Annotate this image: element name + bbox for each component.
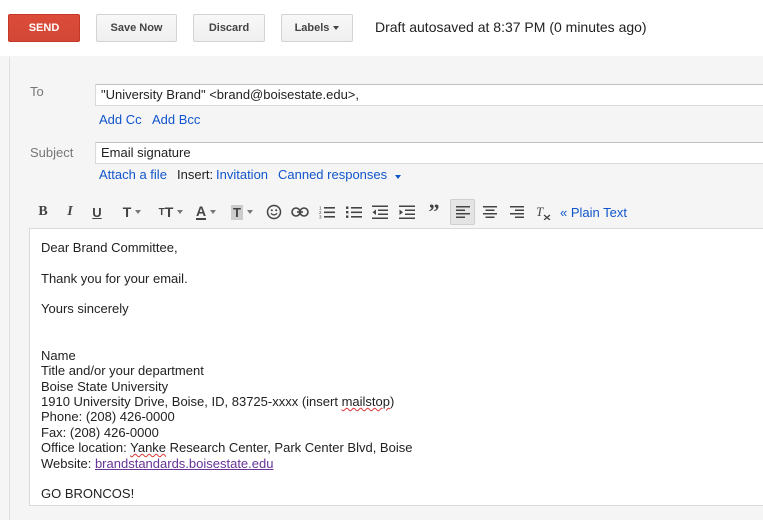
- add-bcc-link[interactable]: Add Bcc: [152, 112, 200, 127]
- labels-button-label: Labels: [294, 22, 330, 34]
- align-left-icon[interactable]: [450, 199, 475, 225]
- link-icon[interactable]: [289, 199, 311, 225]
- bold-icon[interactable]: B: [34, 199, 52, 225]
- send-button[interactable]: SEND: [8, 14, 80, 42]
- font-size-icon[interactable]: TT: [154, 199, 188, 225]
- discard-button[interactable]: Discard: [193, 14, 265, 42]
- office-prefix: Office location:: [41, 440, 131, 455]
- misspelled-word: mailstop: [341, 394, 390, 409]
- plain-text-link[interactable]: « Plain Text: [560, 199, 630, 225]
- to-field[interactable]: "University Brand" <brand@boisestate.edu…: [95, 84, 763, 106]
- italic-icon[interactable]: I: [61, 199, 79, 225]
- remove-formatting-icon[interactable]: T: [534, 199, 554, 225]
- underline-icon[interactable]: U: [88, 199, 106, 225]
- signature-fax: Fax: (208) 426-0000: [41, 425, 159, 440]
- indent-less-icon[interactable]: [370, 199, 390, 225]
- to-label: To: [30, 84, 44, 99]
- attach-file-link[interactable]: Attach a file: [99, 167, 167, 182]
- indent-more-icon[interactable]: [397, 199, 417, 225]
- signature-website: Website: brandstandards.boisestate.edu: [41, 456, 273, 471]
- address-text: 1910 University Drive, Boise, ID, 83725-…: [41, 394, 342, 409]
- misspelled-word: Yanke: [130, 440, 167, 455]
- canned-responses-label: Canned responses: [278, 167, 388, 182]
- signature-title: Title and/or your department: [41, 363, 204, 378]
- quote-icon[interactable]: ”: [424, 199, 444, 225]
- add-cc-link[interactable]: Add Cc: [99, 112, 142, 127]
- office-suffix: Research Center, Park Center Blvd, Boise: [166, 440, 413, 455]
- subject-label: Subject: [30, 145, 74, 160]
- emoji-icon[interactable]: [264, 199, 284, 225]
- address-suffix: ): [389, 394, 395, 409]
- autosave-status: Draft autosaved at 8:37 PM (0 minutes ag…: [375, 19, 647, 35]
- subject-field[interactable]: Email signature: [95, 142, 763, 164]
- bulleted-list-icon[interactable]: [344, 199, 364, 225]
- align-right-icon[interactable]: [507, 199, 527, 225]
- body-line: Thank you for your email.: [41, 271, 188, 286]
- numbered-list-icon[interactable]: 123: [317, 199, 337, 225]
- align-center-icon[interactable]: [480, 199, 500, 225]
- signature-address: 1910 University Drive, Boise, ID, 83725-…: [41, 394, 394, 409]
- chevron-down-icon: [394, 175, 401, 179]
- compose-top-toolbar: SEND Save Now Discard Labels Draft autos…: [0, 0, 763, 56]
- signature-university: Boise State University: [41, 379, 169, 394]
- text-color-icon[interactable]: A: [190, 199, 222, 225]
- chevron-down-icon: [333, 26, 340, 30]
- font-family-icon[interactable]: T: [116, 199, 148, 225]
- website-prefix: Website:: [41, 456, 95, 471]
- canned-responses-link[interactable]: Canned responses: [278, 167, 401, 182]
- website-link[interactable]: brandstandards.boisestate.edu: [95, 456, 274, 471]
- signature-phone: Phone: (208) 426-0000: [41, 409, 175, 424]
- signature-office: Office location: Yanke Research Center, …: [41, 440, 412, 455]
- signature-name: Name: [41, 348, 76, 363]
- labels-dropdown-button[interactable]: Labels: [281, 14, 353, 42]
- svg-text:3: 3: [319, 215, 322, 220]
- save-now-button[interactable]: Save Now: [96, 14, 177, 42]
- svg-text:T: T: [536, 205, 544, 219]
- insert-label: Insert:: [177, 167, 214, 182]
- formatting-toolbar: B I U T TT A T 123 ” T « Plain Text: [30, 199, 763, 225]
- invitation-link[interactable]: Invitation: [216, 167, 268, 182]
- body-closing: Yours sincerely: [41, 301, 129, 316]
- signature-signoff: GO BRONCOS!: [41, 486, 135, 501]
- body-greeting: Dear Brand Committee,: [41, 240, 178, 255]
- highlight-color-icon[interactable]: T: [226, 199, 258, 225]
- message-body-editor[interactable]: Dear Brand Committee, Thank you for your…: [29, 228, 763, 506]
